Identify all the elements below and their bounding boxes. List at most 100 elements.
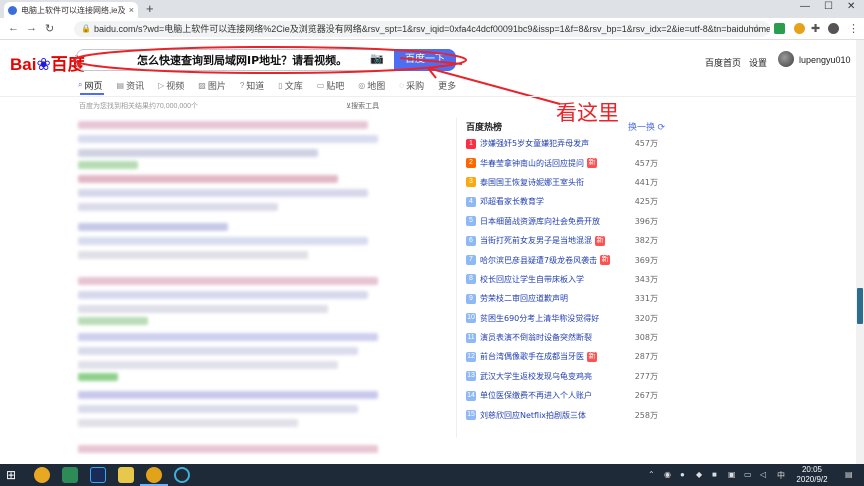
hot-list-item[interactable]: 13 武汉大学生返校发现乌龟变鸡亮 277万 (466, 367, 662, 386)
tray-chevron-icon[interactable]: ⌃ (648, 470, 655, 479)
forward-icon[interactable]: → (26, 22, 37, 34)
chrome-active-icon[interactable] (146, 467, 162, 483)
tab-close-icon[interactable]: × (129, 5, 134, 15)
tray-app-icon[interactable]: ◉ (664, 470, 671, 479)
hot-list-item[interactable]: 2 华春莹拿钟南山的话回应提问新 457万 (466, 153, 662, 172)
close-window-button[interactable]: ✕ (847, 1, 855, 12)
hot-list-item[interactable]: 1 涉嫌强奸5岁女童嫌犯弄母发声 457万 (466, 134, 662, 153)
windows-start-icon[interactable]: ⊞ (6, 467, 22, 483)
puzzle-extensions-icon[interactable]: ✚ (811, 22, 820, 35)
ime-indicator[interactable]: 中 (777, 470, 785, 481)
maximize-button[interactable]: ☐ (824, 1, 833, 12)
search-tabs: ⌕ 网页 ▤ 资讯 ▷ 视频 ▨ 图片 ? 知道 ▯ 文库 ▭ 贴吧 ◎ 地图 ◌ 采购 更多 (78, 78, 470, 92)
qa-icon: ? (239, 80, 245, 90)
tab-news[interactable]: ▤ 资讯 (117, 78, 145, 92)
hot-item-title[interactable]: 涉嫌强奸5岁女童嫌犯弄母发声 (480, 138, 589, 149)
app-icon-green[interactable] (62, 467, 78, 483)
hot-list-item[interactable]: 9 劳荣枝二审回应道歉声明 331万 (466, 289, 662, 308)
volume-icon[interactable]: ◁ (760, 470, 766, 479)
baidu-home-link[interactable]: 百度首页 (705, 56, 741, 69)
tab-image[interactable]: ▨ 图片 (198, 78, 226, 92)
sidebar-divider (456, 118, 457, 438)
hot-item-title[interactable]: 劳荣枝二审回应道歉声明 (480, 293, 568, 304)
hot-item-title[interactable]: 泰国国王恢复诗妮娜王室头衔 (480, 177, 584, 188)
reload-icon[interactable]: ↻ (45, 22, 54, 35)
hot-rank-badge: 8 (466, 274, 476, 285)
active-tab-underline (80, 93, 104, 95)
tab-web[interactable]: ⌕ 网页 (78, 78, 103, 92)
hot-list-item[interactable]: 15 刘慈欣回应Netflix拍剧版三体 258万 (466, 405, 662, 424)
annotation-ellipse (73, 46, 467, 74)
hot-item-title[interactable]: 校长回应让学生自带床板入学 (480, 274, 584, 285)
hot-item-heat: 277万 (634, 371, 658, 381)
hot-item-title[interactable]: 刘慈欣回应Netflix拍剧版三体 (480, 410, 586, 421)
hot-list-item[interactable]: 12 前台湾偶像歌手在成都当牙医新 287万 (466, 347, 662, 366)
hot-item-title[interactable]: 日本细菌战资源库向社会免费开放 (480, 216, 600, 227)
extension-chrome-icon[interactable] (794, 23, 805, 34)
hot-item-title[interactable]: 武汉大学生返校发现乌龟变鸡亮 (480, 371, 592, 382)
minimize-button[interactable]: — (800, 1, 810, 12)
hot-item-title[interactable]: 当街打死前女友男子是当地混混 (480, 235, 592, 246)
profile-icon[interactable] (828, 23, 839, 34)
tab-caigou[interactable]: ◌ 采购 (399, 78, 424, 92)
hot-item-title[interactable]: 前台湾偶像歌手在成都当牙医 (480, 351, 584, 362)
hot-rank-badge: 12 (466, 351, 476, 362)
hot-list-item[interactable]: 5 日本细菌战资源库向社会免费开放 396万 (466, 212, 662, 231)
hot-item-title[interactable]: 演员表演不倒翁时设备突然断裂 (480, 332, 592, 343)
taskbar-clock[interactable]: 20:05 2020/9/2 (791, 465, 833, 485)
refresh-label: 换一换 (628, 122, 656, 132)
settings-link[interactable]: 设置 (749, 56, 767, 69)
hot-refresh-button[interactable]: 换一换 ⟳ (628, 120, 665, 133)
hot-item-title[interactable]: 哈尔滨巴彦县疑遭7级龙卷风袭击 (480, 255, 597, 266)
tab-wenku[interactable]: ▯ 文库 (278, 78, 302, 92)
tab-label: 网页 (84, 80, 103, 91)
hot-item-title[interactable]: 单位医保缴费不再进入个人账户 (480, 390, 592, 401)
tab-map[interactable]: ◎ 地图 (358, 78, 385, 92)
hot-list-item[interactable]: 8 校长回应让学生自带床板入学 343万 (466, 270, 662, 289)
hot-list-item[interactable]: 6 当街打死前女友男子是当地混混新 382万 (466, 231, 662, 250)
browser-tab-active[interactable]: 电脑上软件可以连接网络,ie及浏览 × (4, 2, 138, 18)
search-app-icon[interactable] (174, 467, 190, 483)
hot-item-heat: 457万 (634, 158, 658, 168)
new-tab-button[interactable]: + (146, 2, 154, 16)
hot-list-item[interactable]: 3 泰国国王恢复诗妮娜王室头衔 441万 (466, 173, 662, 192)
photoshop-icon[interactable] (90, 467, 106, 483)
hot-item-heat: 425万 (634, 197, 658, 207)
tab-label: 视频 (166, 80, 185, 91)
bookmark-star-icon[interactable]: ☆ (752, 22, 762, 35)
menu-kebab-icon[interactable]: ⋮ (848, 22, 859, 35)
username[interactable]: lupengyu010 (799, 55, 851, 65)
hot-item-title[interactable]: 华春莹拿钟南山的话回应提问 (480, 158, 584, 169)
battery-icon[interactable]: ▭ (744, 470, 752, 479)
url-bar[interactable]: 🔒 baidu.com/s?wd=电脑上软件可以连接网络%2Cie及浏览器没有网… (74, 21, 770, 37)
avatar[interactable] (778, 51, 794, 67)
chrome-app-icon[interactable] (34, 467, 50, 483)
back-icon[interactable]: ← (8, 22, 19, 34)
blurred-result-line (78, 305, 328, 313)
hot-rank-badge: 11 (466, 332, 476, 343)
file-explorer-icon[interactable] (118, 467, 134, 483)
blurred-result-line (78, 189, 368, 197)
tray-app-icon[interactable]: ● (680, 470, 685, 479)
tab-tieba[interactable]: ▭ 贴吧 (317, 78, 345, 92)
notification-icon[interactable]: ▤ (845, 470, 853, 479)
tab-more[interactable]: 更多 (438, 78, 456, 92)
hot-list-item[interactable]: 14 单位医保缴费不再进入个人账户 267万 (466, 386, 662, 405)
blurred-result-line (78, 251, 308, 259)
scrollbar-thumb[interactable] (857, 288, 863, 324)
hot-item-heat: 331万 (634, 294, 658, 304)
page-scrollbar[interactable] (856, 40, 864, 464)
hot-item-title[interactable]: 贫困生690分考上清华称没觉得好 (480, 313, 599, 324)
tab-zhidao[interactable]: ? 知道 (240, 78, 264, 92)
hot-item-title[interactable]: 邓超看家长教育学 (480, 196, 544, 207)
search-tools-button[interactable]: ⊻搜索工具 (346, 101, 379, 111)
tab-video[interactable]: ▷ 视频 (158, 78, 184, 92)
hot-list-item[interactable]: 10 贫困生690分考上清华称没觉得好 320万 (466, 309, 662, 328)
hot-list-item[interactable]: 11 演员表演不倒翁时设备突然断裂 308万 (466, 328, 662, 347)
hot-list-item[interactable]: 4 邓超看家长教育学 425万 (466, 192, 662, 211)
hot-list-item[interactable]: 7 哈尔滨巴彦县疑遭7级龙卷风袭击新 369万 (466, 250, 662, 269)
tray-app-icon[interactable]: ◆ (696, 470, 702, 479)
tray-app-icon[interactable]: ■ (712, 470, 717, 479)
network-icon[interactable]: ▣ (728, 470, 736, 479)
extension-icon[interactable] (774, 23, 785, 34)
